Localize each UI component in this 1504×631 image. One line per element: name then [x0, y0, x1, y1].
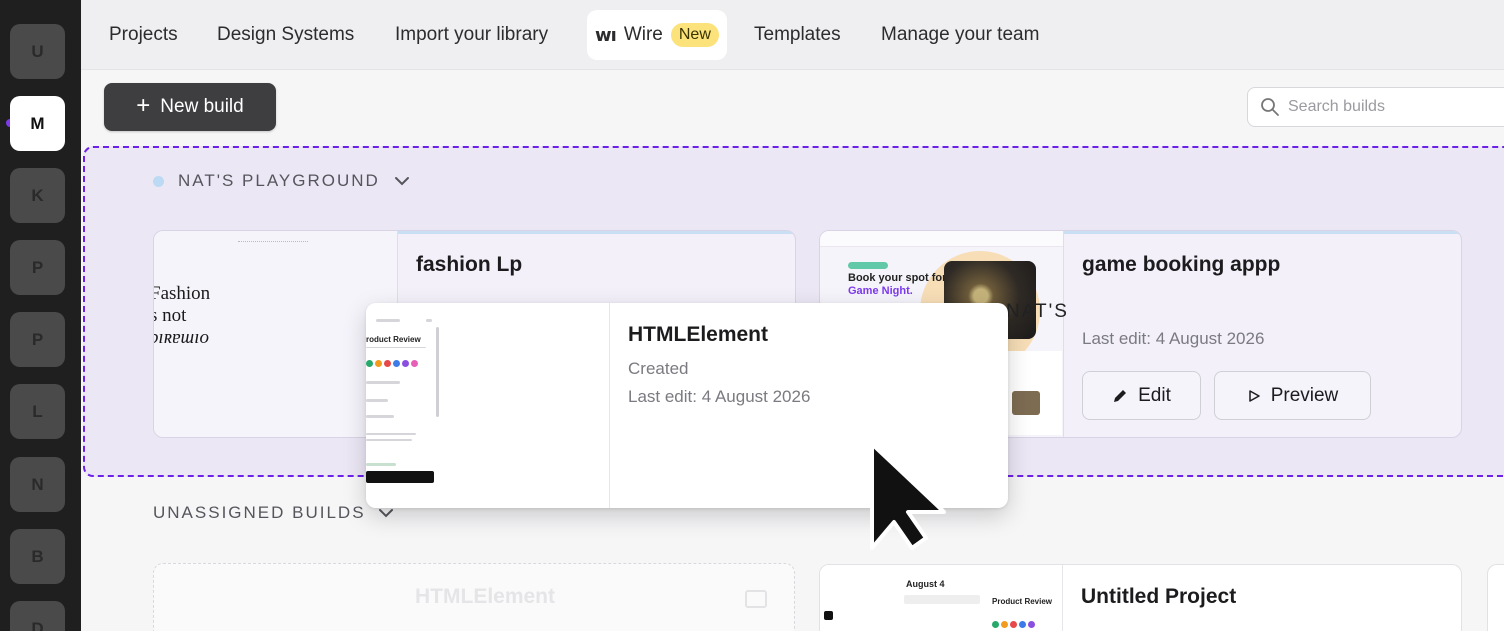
chevron-down-icon	[378, 509, 393, 518]
workspace-l[interactable]: L	[10, 384, 65, 439]
nav-wire-label: Wire	[623, 24, 663, 45]
build-title[interactable]: fashion Lp	[416, 253, 522, 277]
build-thumbnail: Fashion s not ɔıʀɐɯıo	[154, 231, 398, 437]
stack-icon	[745, 590, 767, 608]
search-box	[1247, 87, 1504, 127]
workspace-d[interactable]: D	[10, 601, 65, 631]
edit-button[interactable]: Edit	[1082, 371, 1201, 420]
build-title[interactable]: HTMLElement	[628, 323, 768, 347]
thumb-nav	[238, 241, 308, 244]
workspace-p1[interactable]: P	[10, 240, 65, 295]
search-icon	[1261, 98, 1279, 116]
thumb-heading: August 4	[906, 579, 945, 589]
thumb-badge	[848, 262, 888, 269]
last-edit: Last edit: 4 August 2026	[628, 387, 811, 406]
workspace-p2[interactable]: P	[10, 312, 65, 367]
nav-manage-team[interactable]: Manage your team	[881, 10, 1039, 60]
search-input[interactable]	[1288, 88, 1504, 126]
group-color-dot	[153, 175, 164, 187]
build-card-partial[interactable]	[1487, 564, 1504, 631]
build-thumbnail: roduct Review	[366, 303, 610, 508]
nav-wire[interactable]: wı Wire New	[587, 10, 727, 60]
wire-logo-icon: wı	[595, 24, 617, 46]
workspace-rail: U M K P P L N B D	[0, 0, 81, 631]
top-nav: Projects Design Systems Import your libr…	[81, 0, 1504, 70]
nav-projects[interactable]: Projects	[109, 10, 178, 60]
build-thumbnail: August 4 Product Review	[820, 565, 1063, 631]
thumb-button	[366, 471, 434, 483]
nav-templates[interactable]: Templates	[754, 10, 841, 60]
workspace-n[interactable]: N	[10, 457, 65, 512]
thumb-heading: Book your spot for	[848, 272, 947, 284]
chevron-down-icon	[394, 177, 409, 186]
workspace-u[interactable]: U	[10, 24, 65, 79]
thumb-calendar-cell	[824, 611, 833, 620]
drag-ghost-label: NAT'S	[1006, 301, 1069, 322]
created-status: Created	[628, 359, 689, 378]
thumb-hero-text: Fashion s not ɔıʀɐɯıo	[154, 283, 211, 348]
preview-label: Preview	[1270, 384, 1339, 406]
thumb-heading-accent: Game Night.	[848, 285, 913, 297]
preview-button[interactable]: Preview	[1214, 371, 1371, 420]
workspace-m[interactable]: M	[10, 96, 65, 151]
build-title[interactable]: game booking appp	[1082, 253, 1280, 277]
play-icon	[1248, 389, 1260, 402]
thumb-small-image	[1012, 391, 1040, 415]
thumb-swatches	[366, 360, 418, 367]
pencil-icon	[1114, 389, 1127, 402]
build-title[interactable]: Untitled Project	[1081, 585, 1236, 609]
group-header[interactable]: NAT'S PLAYGROUND	[153, 170, 410, 192]
thumb-scrollbar	[436, 327, 439, 417]
thumb-subheading: Product Review	[992, 597, 1053, 606]
thumb-heading: roduct Review	[366, 335, 421, 344]
workspace-k[interactable]: K	[10, 168, 65, 223]
thumb-swatches	[992, 621, 1035, 628]
unassigned-section-header[interactable]: UNASSIGNED BUILDS	[153, 503, 394, 523]
thumb-nav	[820, 231, 1063, 247]
plus-icon: +	[136, 92, 151, 119]
last-edit: Last edit: 4 August 2026	[1082, 329, 1265, 348]
thumb-input	[904, 595, 980, 604]
new-build-label: New build	[160, 96, 244, 117]
nav-import-library[interactable]: Import your library	[395, 10, 548, 60]
unassigned-title: UNASSIGNED BUILDS	[153, 503, 366, 522]
group-title: NAT'S PLAYGROUND	[178, 171, 380, 190]
new-badge: New	[670, 23, 719, 47]
mouse-cursor-icon	[870, 442, 946, 550]
workspace-b[interactable]: B	[10, 529, 65, 584]
edit-label: Edit	[1138, 384, 1171, 406]
placeholder-title: HTMLElement	[415, 585, 556, 608]
new-build-button[interactable]: + New build	[104, 83, 276, 131]
nav-design-systems[interactable]: Design Systems	[217, 10, 354, 60]
